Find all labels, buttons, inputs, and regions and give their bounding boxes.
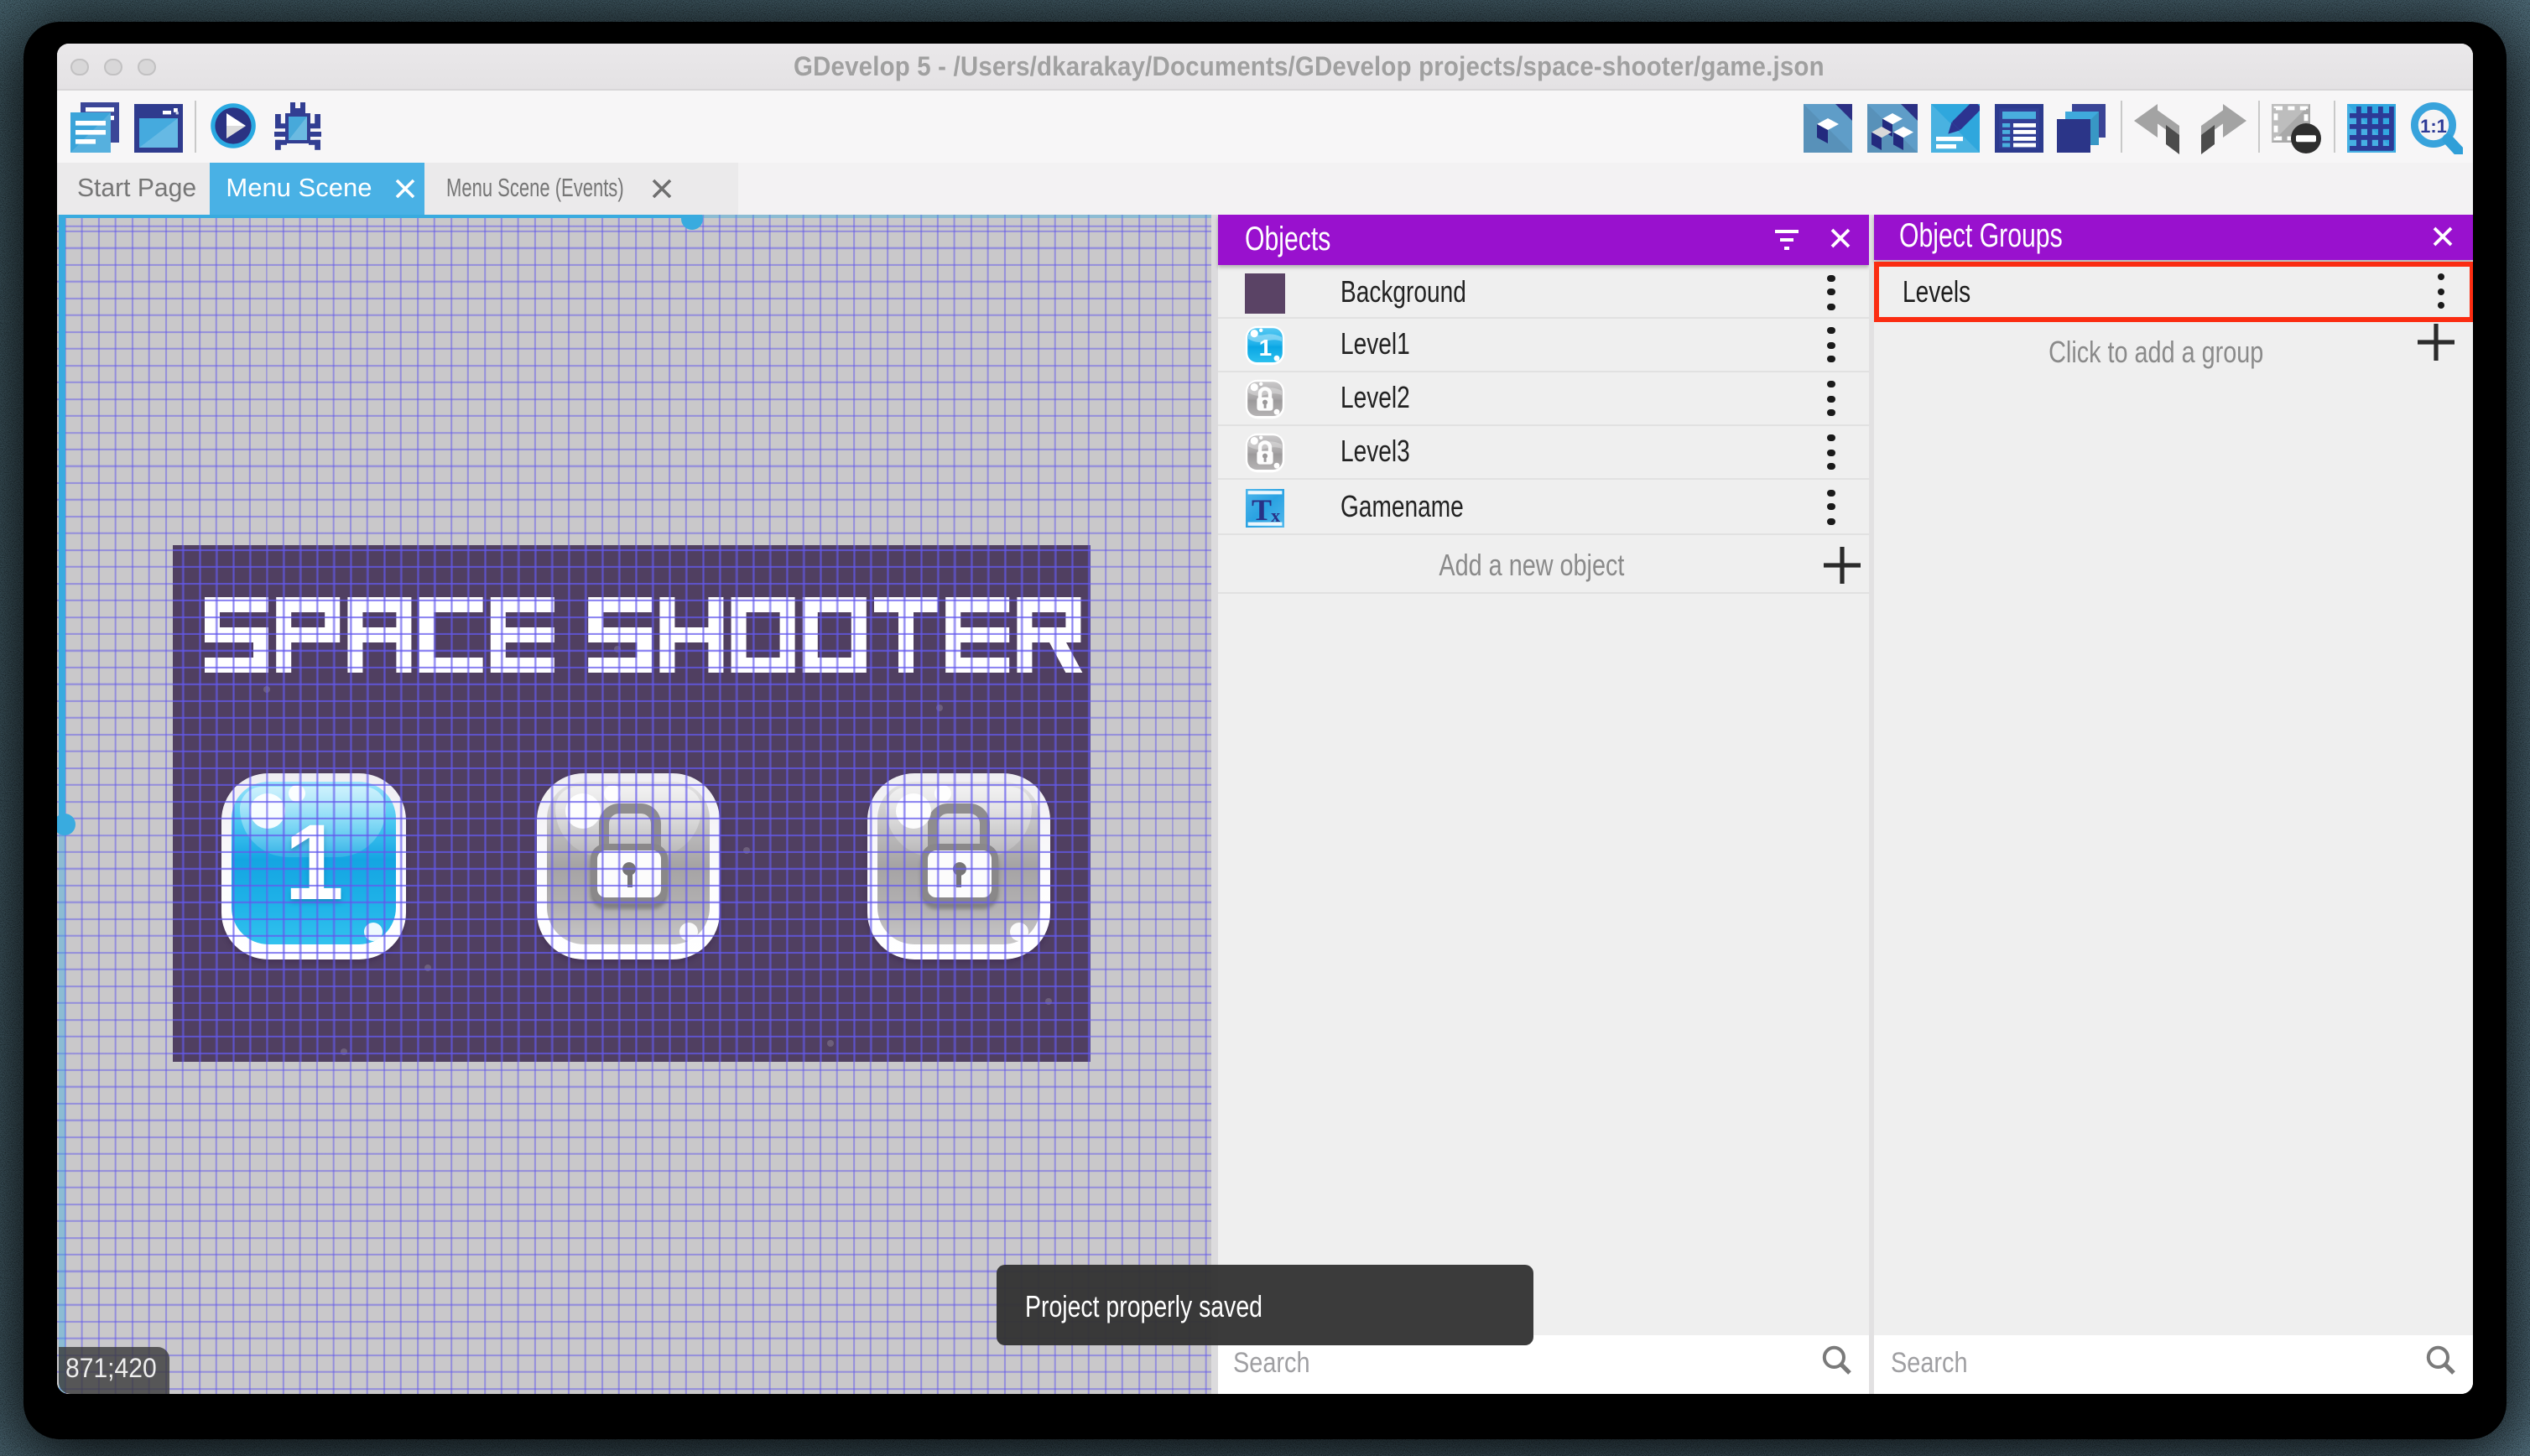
svg-text:T: T xyxy=(1252,492,1272,526)
svg-text:x: x xyxy=(1271,504,1280,525)
svg-text:1: 1 xyxy=(1258,335,1272,361)
svg-text:1:1: 1:1 xyxy=(2419,115,2446,136)
